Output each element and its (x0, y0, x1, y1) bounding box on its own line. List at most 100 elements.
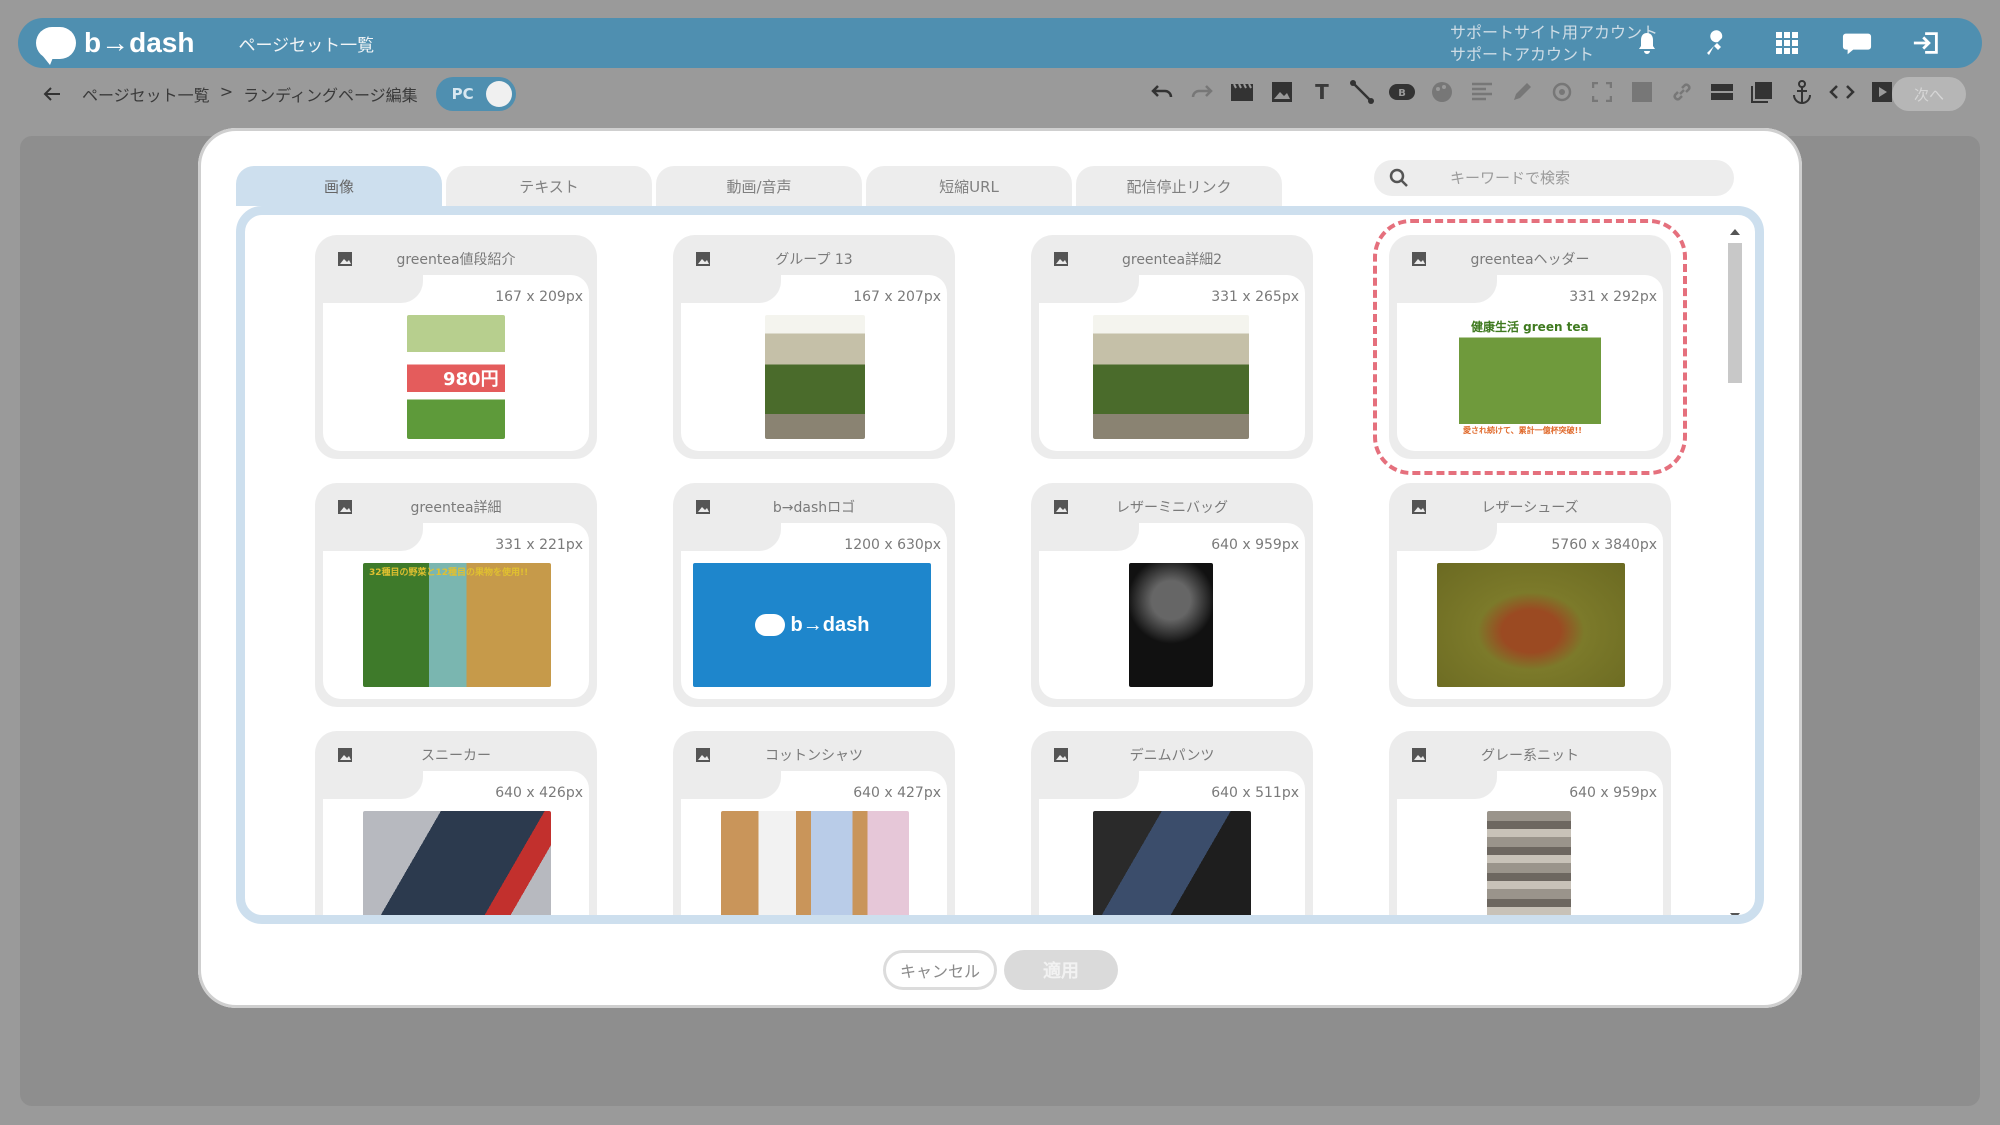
wrench-icon[interactable] (1702, 28, 1732, 58)
thumb-cotton-shirt (721, 811, 909, 915)
card-title: コットンシャツ (765, 748, 863, 764)
card-size: 331 x 265px (1211, 289, 1299, 305)
asset-picker-modal: 画像 テキスト 動画/音声 短縮URL 配信停止リンク greentea値段紹介… (198, 128, 1802, 1008)
bdash-bubble-icon (754, 614, 785, 636)
settings-circle-icon[interactable] (1548, 78, 1576, 106)
image-card[interactable]: greentea詳細 331 x 221px 32種目の野菜と12種目の果物を使… (315, 483, 597, 707)
card-inner-notch (681, 275, 781, 303)
thumb-gray-knit (1487, 811, 1571, 915)
image-card-selected[interactable]: greenteaヘッダー 331 x 292px 健康生活 green tea … (1373, 219, 1687, 475)
image-card[interactable]: デニムパンツ 640 x 511px (1031, 731, 1313, 915)
tab-short-url[interactable]: 短縮URL (866, 166, 1072, 206)
card-title: greentea詳細 (410, 500, 502, 516)
app-header: b→dash ページセット一覧 サポートサイト用アカウント サポートアカウント (18, 18, 1982, 68)
cancel-button[interactable]: キャンセル (883, 950, 997, 990)
account-info: サポートサイト用アカウント サポートアカウント (1450, 22, 1658, 66)
hyperlink-icon[interactable] (1668, 78, 1696, 106)
button-tool-icon[interactable]: B (1388, 78, 1416, 106)
asset-tabs: 画像 テキスト 動画/音声 短縮URL 配信停止リンク (236, 166, 1282, 206)
tab-unsubscribe-link[interactable]: 配信停止リンク (1076, 166, 1282, 206)
card-inner-notch (1397, 771, 1497, 799)
breadcrumb-current: ランディングページ編集 (243, 86, 418, 105)
card-title: レザーシューズ (1481, 500, 1579, 516)
scroll-up-arrow-icon[interactable] (1730, 229, 1740, 235)
thumb-logo-text: b→dash (790, 613, 870, 636)
scroll-down-arrow-icon[interactable] (1730, 913, 1740, 915)
svg-text:B: B (1398, 88, 1406, 99)
image-card[interactable]: b→dashロゴ 1200 x 630px b→dash (673, 483, 955, 707)
card-size: 640 x 511px (1211, 785, 1299, 801)
card-size: 640 x 959px (1569, 785, 1657, 801)
section-icon[interactable] (1708, 78, 1736, 106)
search-input[interactable] (1450, 169, 1734, 187)
card-size: 640 x 426px (495, 785, 583, 801)
card-inner-notch (323, 523, 423, 551)
tab-text[interactable]: テキスト (446, 166, 652, 206)
support-chat-icon[interactable] (1842, 28, 1872, 58)
thumb-detail-top-text: 32種目の野菜と12種目の果物を使用!! (369, 568, 529, 578)
breadcrumb-separator: > (219, 82, 234, 101)
fullscreen-icon[interactable] (1588, 78, 1616, 106)
image-card[interactable]: greentea値段紹介 167 x 209px 980円 (315, 235, 597, 459)
card-inner-notch (1039, 523, 1139, 551)
image-grid: greentea値段紹介 167 x 209px 980円 グループ 13 16… (236, 206, 1764, 924)
image-card[interactable]: グレー系ニット 640 x 959px (1389, 731, 1671, 915)
image-alt-icon[interactable] (1628, 78, 1656, 106)
gallery-icon[interactable] (1748, 78, 1776, 106)
card-inner-notch (681, 771, 781, 799)
thumb-price-text: 980円 (443, 369, 499, 390)
card-inner-notch (681, 523, 781, 551)
card-title: スニーカー (421, 748, 491, 764)
apply-button[interactable]: 適用 (1004, 950, 1118, 990)
layout-block-icon[interactable] (1228, 78, 1256, 106)
thumb-sneakers (363, 811, 551, 915)
undo-icon[interactable] (1148, 78, 1176, 106)
thumb-greentea-header: 健康生活 green tea 愛され続けて、累計一億杯突破!! (1459, 315, 1601, 439)
image-card[interactable]: greentea詳細2 331 x 265px (1031, 235, 1313, 459)
tab-video-audio[interactable]: 動画/音声 (656, 166, 862, 206)
back-arrow-icon[interactable] (40, 82, 64, 106)
image-tool-icon[interactable] (1268, 78, 1296, 106)
redo-icon[interactable] (1188, 78, 1216, 106)
text-tool-icon[interactable]: T (1308, 78, 1336, 106)
image-card[interactable]: レザーシューズ 5760 x 3840px (1389, 483, 1671, 707)
thumb-leather-mini-bag (1129, 563, 1213, 687)
editor-toolbar: ページセット一覧 > ランディングページ編集 PC T B 次へ (18, 68, 1982, 120)
code-icon[interactable] (1828, 78, 1856, 106)
image-card[interactable]: グループ 13 167 x 207px (673, 235, 955, 459)
anchor-icon[interactable] (1788, 78, 1816, 106)
thumb-greentea-price: 980円 (407, 315, 505, 439)
device-toggle[interactable]: PC (435, 77, 516, 111)
search-icon (1389, 168, 1408, 187)
scroll-thumb[interactable] (1728, 243, 1742, 383)
card-size: 331 x 221px (495, 537, 583, 553)
apps-grid-icon[interactable] (1772, 28, 1802, 58)
bell-icon[interactable] (1632, 28, 1662, 58)
logout-icon[interactable] (1912, 28, 1942, 58)
align-text-icon[interactable] (1468, 78, 1496, 106)
header-page-title[interactable]: ページセット一覧 (238, 31, 374, 56)
app-logo[interactable]: b→dash (36, 27, 194, 65)
breadcrumb-parent[interactable]: ページセット一覧 (82, 82, 210, 106)
card-title: レザーミニバッグ (1116, 500, 1228, 516)
palette-icon[interactable] (1428, 78, 1456, 106)
image-card[interactable]: レザーミニバッグ 640 x 959px (1031, 483, 1313, 707)
toggle-knob (485, 81, 512, 107)
header-icons (1632, 18, 1942, 68)
card-size: 1200 x 630px (844, 537, 941, 553)
card-inner-notch (1397, 275, 1497, 303)
card-title: デニムパンツ (1129, 748, 1215, 764)
image-card[interactable]: コットンシャツ 640 x 427px (673, 731, 955, 915)
image-card[interactable]: スニーカー 640 x 426px (315, 731, 597, 915)
tool-icons: T B (1148, 78, 1896, 106)
account-line-1: サポートサイト用アカウント (1450, 23, 1659, 42)
link-node-icon[interactable] (1348, 78, 1376, 106)
grid-scrollbar[interactable] (1727, 229, 1743, 915)
thumb-group13 (765, 315, 865, 439)
search-box (1374, 160, 1734, 196)
tab-image[interactable]: 画像 (236, 166, 442, 206)
pen-icon[interactable] (1508, 78, 1536, 106)
card-size: 640 x 427px (853, 785, 941, 801)
next-button[interactable]: 次へ (1892, 77, 1966, 111)
card-title: greentea詳細2 (1121, 252, 1223, 268)
